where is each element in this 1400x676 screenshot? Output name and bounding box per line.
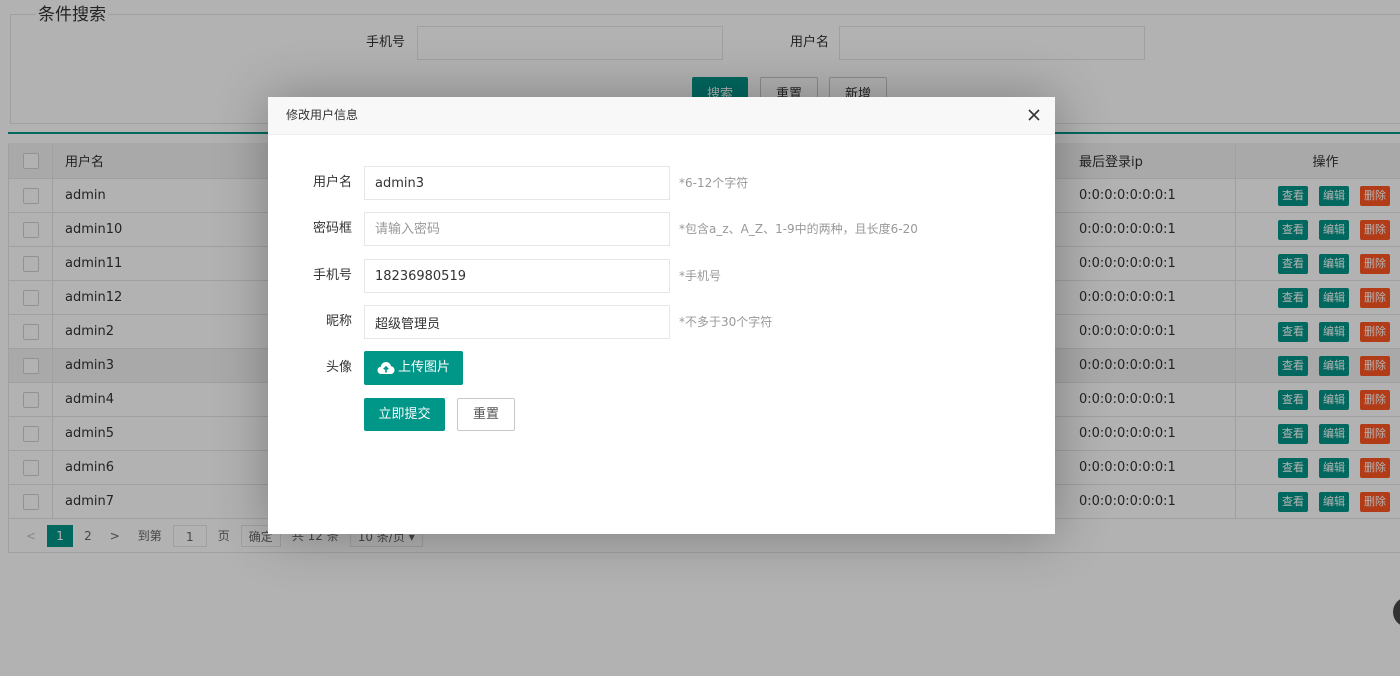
username-input[interactable] (364, 166, 670, 200)
upload-image-button[interactable]: 上传图片 (364, 351, 463, 385)
password-label: 密码框 (312, 221, 352, 236)
avatar-label: 头像 (325, 360, 352, 375)
close-icon[interactable] (1027, 108, 1041, 122)
cloud-upload-icon (377, 362, 395, 374)
username-label: 用户名 (312, 175, 352, 190)
password-tip: *包含a_z、A_Z、1-9中的两种，且长度6-20 (679, 222, 918, 236)
nickname-tip: *不多于30个字符 (679, 315, 773, 329)
phone-label: 手机号 (312, 268, 352, 283)
nickname-input[interactable] (364, 305, 670, 339)
modal-title: 修改用户信息 (286, 108, 359, 122)
upload-button-label: 上传图片 (397, 360, 450, 375)
submit-button[interactable]: 立即提交 (364, 398, 445, 431)
phone-tip: *手机号 (679, 269, 722, 283)
phone-input[interactable] (364, 259, 670, 293)
modal-header: 修改用户信息 (268, 97, 1055, 135)
password-input[interactable] (364, 212, 670, 246)
username-tip: *6-12个字符 (679, 176, 749, 190)
edit-user-modal: 修改用户信息 用户名 *6-12个字符 密码框 *包含a_z、A_Z、1-9中的… (268, 97, 1055, 534)
nickname-label: 昵称 (325, 314, 352, 329)
form-reset-button[interactable]: 重置 (457, 398, 515, 431)
